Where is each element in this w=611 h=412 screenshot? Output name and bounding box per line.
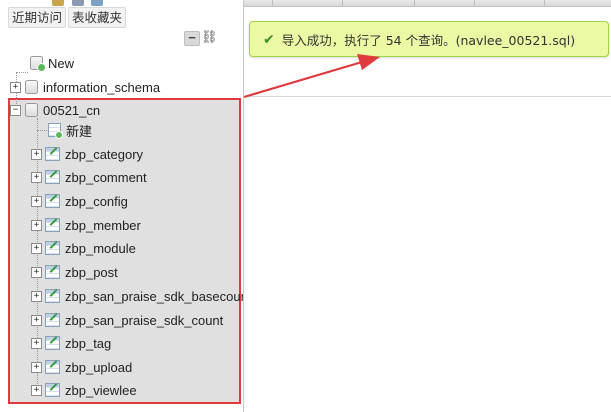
table-name[interactable]: zbp_san_praise_sdk_count <box>65 313 223 328</box>
table-icon <box>45 289 60 303</box>
expand-icon[interactable]: + <box>31 266 42 278</box>
table-name[interactable]: zbp_module <box>65 241 136 256</box>
tree-item-00521-cn[interactable]: − 00521_cn <box>10 100 100 120</box>
expand-icon[interactable]: + <box>31 219 42 231</box>
database-tree: New + information_schema − 00521_cn 新建 +… <box>0 0 243 412</box>
expand-icon[interactable]: + <box>31 361 42 373</box>
tree-item-new-database[interactable]: New <box>26 53 74 73</box>
table-name[interactable]: zbp_san_praise_sdk_basecount <box>65 289 243 304</box>
expand-icon[interactable]: + <box>31 148 42 160</box>
table-icon <box>45 241 60 255</box>
table-name[interactable]: zbp_post <box>65 265 118 280</box>
table-name[interactable]: zbp_viewlee <box>65 383 137 398</box>
tree-item-label: 00521_cn <box>43 102 101 118</box>
table-icon <box>45 360 60 374</box>
main-content: ✔ 导入成功，执行了 54 个查询。(navlee_00521.sql) <box>244 0 611 412</box>
success-message: ✔ 导入成功，执行了 54 个查询。(navlee_00521.sql) <box>249 21 609 57</box>
table-icon <box>45 218 60 232</box>
table-icon <box>45 147 60 161</box>
table-name[interactable]: zbp_comment <box>65 170 147 185</box>
tree-item-table[interactable]: + zbp_upload <box>31 357 132 377</box>
table-icon <box>45 194 60 208</box>
collapse-node-icon[interactable]: − <box>10 104 21 116</box>
navigation-panel: 近期访问 表收藏夹 − ⛓ New + information_schema − … <box>0 0 243 412</box>
expand-icon[interactable]: + <box>31 195 42 207</box>
database-new-icon <box>30 56 46 72</box>
table-icon <box>45 170 60 184</box>
expand-icon[interactable]: + <box>10 81 21 93</box>
table-name[interactable]: zbp_config <box>65 194 128 209</box>
database-icon <box>25 80 38 94</box>
top-tab-strip <box>244 0 611 7</box>
table-name[interactable]: zbp_category <box>65 147 143 162</box>
tree-item-table[interactable]: + zbp_category <box>31 144 143 164</box>
tree-item-table[interactable]: + zbp_viewlee <box>31 380 137 400</box>
tree-item-table[interactable]: + zbp_san_praise_sdk_basecount <box>31 286 243 306</box>
table-name[interactable]: zbp_tag <box>65 336 111 351</box>
table-icon <box>45 313 60 327</box>
new-table-icon <box>48 123 63 139</box>
divider-line <box>244 96 611 97</box>
expand-icon[interactable]: + <box>31 290 42 302</box>
tree-item-label: information_schema <box>43 79 161 95</box>
tree-item-table[interactable]: + zbp_comment <box>31 167 147 187</box>
expand-icon[interactable]: + <box>31 384 42 396</box>
table-icon <box>45 383 60 397</box>
tree-item-table[interactable]: + zbp_config <box>31 191 128 211</box>
tree-item-label: 新建 <box>66 123 93 139</box>
tree-item-information-schema[interactable]: + information_schema <box>10 77 160 97</box>
tree-item-new-table[interactable]: 新建 <box>46 120 92 140</box>
table-name[interactable]: zbp_upload <box>65 360 132 375</box>
tree-item-table[interactable]: + zbp_member <box>31 215 141 235</box>
expand-icon[interactable]: + <box>31 314 42 326</box>
tree-item-table[interactable]: + zbp_post <box>31 262 118 282</box>
expand-icon[interactable]: + <box>31 337 42 349</box>
tree-item-label: New <box>48 55 75 71</box>
tree-item-table[interactable]: + zbp_san_praise_sdk_count <box>31 310 223 330</box>
tree-item-table[interactable]: + zbp_tag <box>31 333 111 353</box>
table-icon <box>45 265 60 279</box>
tree-item-table[interactable]: + zbp_module <box>31 238 136 258</box>
check-icon: ✔ <box>263 30 275 47</box>
table-name[interactable]: zbp_member <box>65 218 141 233</box>
expand-icon[interactable]: + <box>31 171 42 183</box>
success-message-text: 导入成功，执行了 54 个查询。(navlee_00521.sql) <box>281 32 576 48</box>
table-icon <box>45 336 60 350</box>
database-icon <box>25 103 38 117</box>
expand-icon[interactable]: + <box>31 242 42 254</box>
